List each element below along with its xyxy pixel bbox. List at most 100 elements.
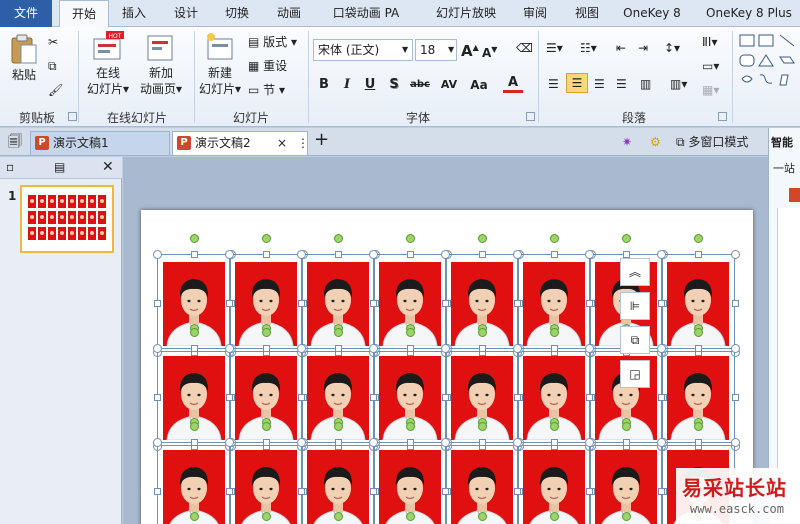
justify-icon[interactable]: ☰ <box>616 75 627 93</box>
resize-handle[interactable] <box>695 439 702 446</box>
resize-handle[interactable] <box>479 251 486 258</box>
grow-font-icon[interactable]: A▲ <box>461 39 479 60</box>
distributed-icon[interactable]: ▥ <box>640 75 651 93</box>
tab-home[interactable]: 开始 <box>59 0 109 28</box>
resize-handle[interactable] <box>226 300 233 307</box>
resize-handle[interactable] <box>731 250 740 259</box>
new-slide-button[interactable]: 新建 幻灯片▾ <box>198 31 242 97</box>
crop-icon[interactable]: ◲ <box>620 360 650 388</box>
resize-handle[interactable] <box>514 488 521 495</box>
shadow-button[interactable]: S <box>385 75 403 95</box>
rotate-handle[interactable] <box>550 422 559 431</box>
rotate-handle[interactable] <box>478 234 487 243</box>
rotate-handle[interactable] <box>406 234 415 243</box>
tab-review[interactable]: 审阅 <box>514 0 556 27</box>
resize-handle[interactable] <box>263 439 270 446</box>
font-color-button[interactable]: A <box>503 73 523 93</box>
resize-handle[interactable] <box>407 251 414 258</box>
resize-handle[interactable] <box>731 344 740 353</box>
outline-view-icon[interactable]: ▤ <box>54 158 65 176</box>
reset-button[interactable]: ▦ 重设 <box>248 57 287 75</box>
rotate-handle[interactable] <box>262 234 271 243</box>
multi-window-button[interactable]: ⧉ 多窗口模式 <box>676 133 748 151</box>
decrease-indent-icon[interactable]: ⇤ <box>616 39 626 57</box>
resize-handle[interactable] <box>658 394 665 401</box>
resize-handle[interactable] <box>442 488 449 495</box>
resize-handle[interactable] <box>658 488 665 495</box>
rotate-handle[interactable] <box>190 422 199 431</box>
resize-handle[interactable] <box>335 439 342 446</box>
paragraph-launcher-icon[interactable] <box>718 112 727 121</box>
clipboard-launcher-icon[interactable] <box>68 112 77 121</box>
rotate-handle[interactable] <box>406 422 415 431</box>
resize-handle[interactable] <box>731 438 740 447</box>
resize-handle[interactable] <box>586 300 593 307</box>
rotate-handle[interactable] <box>622 422 631 431</box>
bold-button[interactable]: B <box>315 75 333 95</box>
rotate-handle[interactable] <box>334 328 343 337</box>
resize-handle[interactable] <box>226 488 233 495</box>
numbering-icon[interactable]: ☷▾ <box>580 39 597 57</box>
tab-pocket-animation[interactable]: 口袋动画 PA <box>325 0 407 27</box>
rotate-handle[interactable] <box>694 328 703 337</box>
resize-handle[interactable] <box>514 394 521 401</box>
line-spacing-icon[interactable]: ↕▾ <box>664 39 680 57</box>
adjust-handle[interactable] <box>406 512 415 521</box>
adjust-handle[interactable] <box>190 512 199 521</box>
resize-handle[interactable] <box>369 250 378 259</box>
font-size-dropdown-icon[interactable]: ▼ <box>448 41 454 59</box>
tab-insert[interactable]: 插入 <box>113 0 155 27</box>
tab-file[interactable]: 文件 <box>0 0 52 27</box>
bullets-icon[interactable]: ☰▾ <box>546 39 563 57</box>
rotate-handle[interactable] <box>478 328 487 337</box>
resize-handle[interactable] <box>732 300 739 307</box>
resize-handle[interactable] <box>551 439 558 446</box>
underline-button[interactable]: U <box>361 75 379 95</box>
resize-handle[interactable] <box>335 251 342 258</box>
adjust-handle[interactable] <box>334 512 343 521</box>
align-icon[interactable]: ⊫ <box>620 292 650 320</box>
rotate-handle[interactable] <box>262 422 271 431</box>
resize-handle[interactable] <box>441 250 450 259</box>
slide[interactable] <box>141 210 753 524</box>
resize-handle[interactable] <box>154 300 161 307</box>
tab-transitions[interactable]: 切换 <box>216 0 258 27</box>
close-pane-icon[interactable]: ✕ <box>102 158 114 176</box>
task-pane-app-icon[interactable] <box>789 188 800 202</box>
paste-button[interactable]: 粘贴 <box>6 33 42 83</box>
resize-handle[interactable] <box>585 250 594 259</box>
rotate-handle[interactable] <box>262 328 271 337</box>
align-text-icon[interactable]: ▭▾ <box>702 57 719 75</box>
strikethrough-button[interactable]: abc <box>407 75 433 95</box>
resize-handle[interactable] <box>585 344 594 353</box>
resize-handle[interactable] <box>441 438 450 447</box>
tab-onekey8[interactable]: OneKey 8 <box>616 0 688 27</box>
resize-handle[interactable] <box>551 345 558 352</box>
resize-handle[interactable] <box>191 345 198 352</box>
slide-thumbnail[interactable] <box>20 185 114 253</box>
resize-handle[interactable] <box>658 300 665 307</box>
resize-handle[interactable] <box>154 394 161 401</box>
resize-handle[interactable] <box>586 488 593 495</box>
resize-handle[interactable] <box>513 438 522 447</box>
resize-handle[interactable] <box>513 344 522 353</box>
online-slide-button[interactable]: HOT 在线 幻灯片▾ <box>84 31 132 97</box>
resize-handle[interactable] <box>585 438 594 447</box>
resize-handle[interactable] <box>154 488 161 495</box>
collapse-icon[interactable]: ︽ <box>620 258 650 286</box>
adjust-handle[interactable] <box>478 512 487 521</box>
document-icon[interactable]: 🗐 <box>8 133 22 151</box>
layout-button[interactable]: ▤ 版式 ▾ <box>248 33 297 51</box>
shrink-font-icon[interactable]: A▼ <box>482 41 497 62</box>
more-options-icon[interactable]: ⋮ <box>297 132 309 154</box>
resize-handle[interactable] <box>657 250 666 259</box>
tab-design[interactable]: 设计 <box>165 0 207 27</box>
resize-handle[interactable] <box>263 251 270 258</box>
resize-handle[interactable] <box>442 394 449 401</box>
resize-handle[interactable] <box>407 345 414 352</box>
resize-handle[interactable] <box>695 251 702 258</box>
tab-view[interactable]: 视图 <box>566 0 608 27</box>
increase-indent-icon[interactable]: ⇥ <box>638 39 648 57</box>
copy-icon[interactable]: ⧉ <box>48 57 57 75</box>
smartart-icon[interactable]: ▦▾ <box>702 81 719 99</box>
